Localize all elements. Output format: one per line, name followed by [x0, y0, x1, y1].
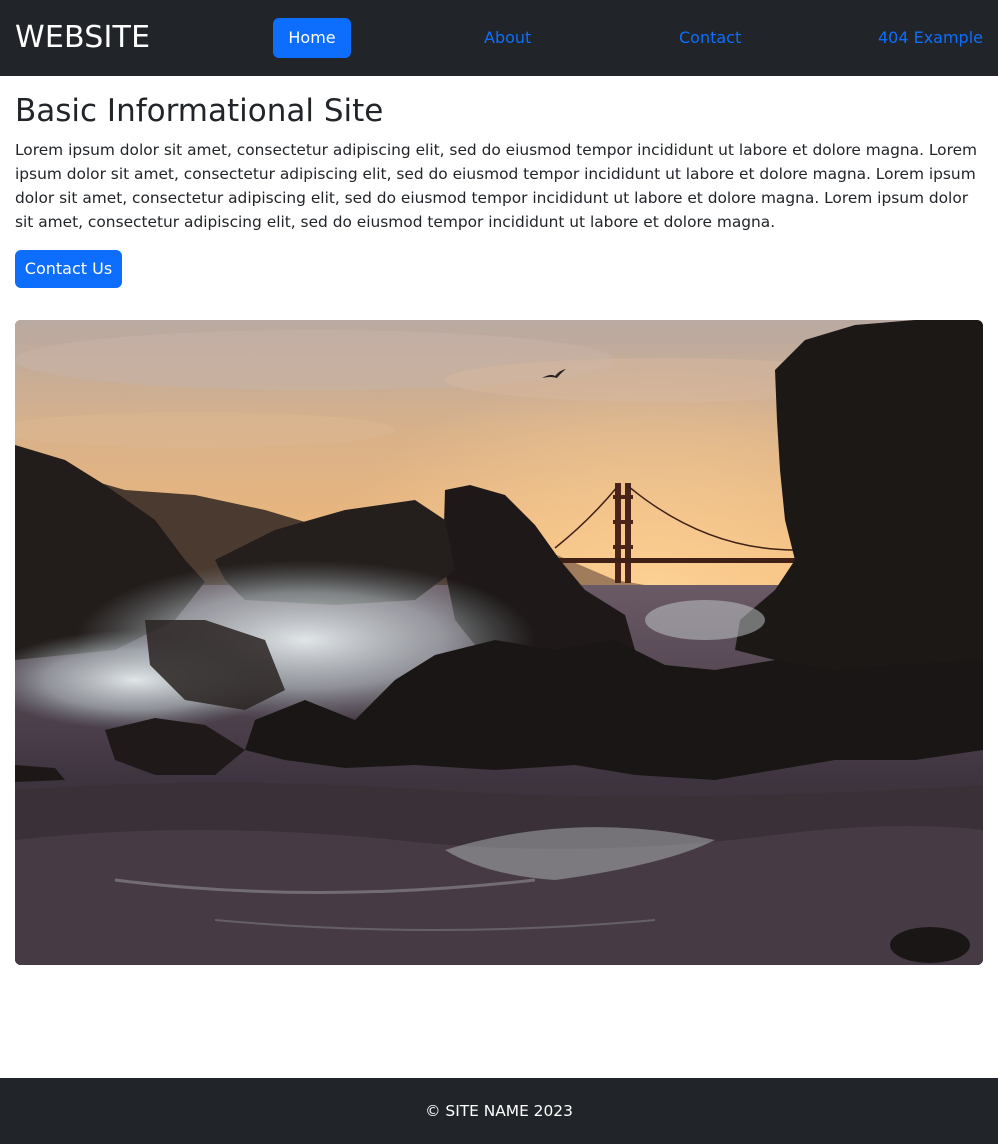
nav-link-404-example[interactable]: 404 Example — [878, 18, 983, 58]
footer-copyright: © SITE NAME 2023 — [425, 1102, 573, 1120]
intro-paragraph: Lorem ipsum dolor sit amet, consectetur … — [15, 141, 978, 231]
brand-logo[interactable]: WEBSITE — [15, 18, 150, 58]
site-footer: © SITE NAME 2023 — [0, 1078, 998, 1144]
nav-link-about[interactable]: About — [484, 18, 531, 58]
hero-image — [15, 320, 983, 965]
nav-link-contact[interactable]: Contact — [679, 18, 741, 58]
top-navbar: WEBSITE Home About Contact 404 Example — [0, 0, 998, 76]
nav-link-home[interactable]: Home — [273, 18, 351, 58]
page-title: Basic Informational Site — [15, 93, 384, 129]
contact-us-button[interactable]: Contact Us — [15, 250, 122, 288]
